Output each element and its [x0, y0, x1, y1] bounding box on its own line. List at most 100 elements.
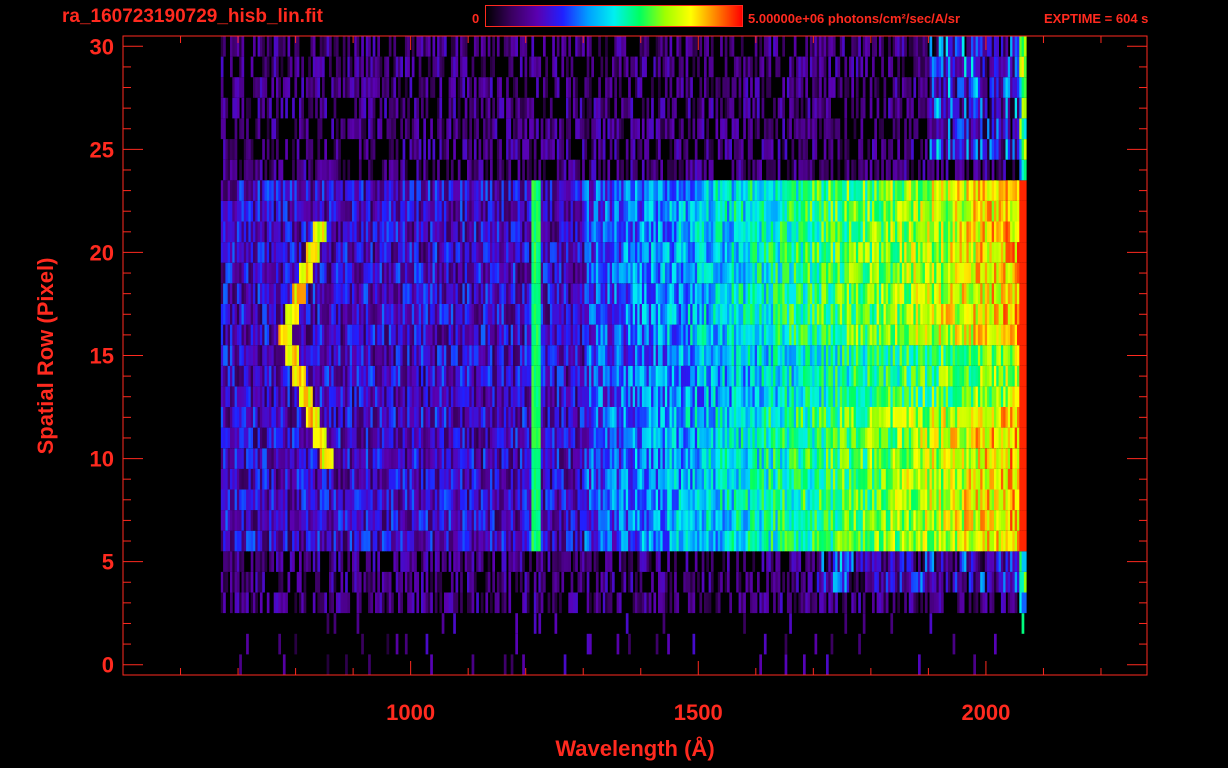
heatmap-cell — [851, 407, 854, 428]
heatmap-cell — [685, 448, 689, 469]
heatmap-cell — [584, 530, 588, 552]
heatmap-cell — [869, 427, 873, 449]
heatmap-cell — [384, 365, 387, 387]
heatmap-cell — [554, 324, 558, 346]
heatmap-cell — [959, 571, 963, 593]
heatmap-cell — [798, 345, 802, 366]
heatmap-cell — [473, 530, 477, 552]
heatmap-cell — [821, 448, 825, 469]
heatmap-cell — [931, 510, 935, 531]
heatmap-cell — [717, 468, 721, 490]
heatmap-cell — [340, 592, 344, 614]
heatmap-cell — [259, 386, 263, 407]
heatmap-cell — [637, 365, 640, 387]
heatmap-cell — [400, 324, 403, 346]
heatmap-cell — [692, 365, 696, 387]
heatmap-cell — [814, 592, 818, 614]
heatmap-cell — [388, 571, 392, 593]
heatmap-cell — [540, 510, 544, 531]
heatmap-cell — [720, 304, 723, 325]
heatmap-cell — [303, 530, 307, 552]
heatmap-cell — [402, 468, 406, 490]
heatmap-cell — [816, 468, 820, 490]
heatmap-cell — [658, 448, 661, 469]
heatmap-cell — [662, 386, 666, 407]
heatmap-cell — [710, 427, 714, 449]
heatmap-cell — [421, 324, 424, 346]
heatmap-cell — [964, 448, 967, 469]
heatmap-cell — [839, 468, 843, 490]
heatmap-cell — [773, 510, 776, 531]
heatmap-cell — [515, 386, 518, 407]
heatmap-cell — [1000, 365, 1004, 387]
heatmap-cell — [299, 592, 302, 614]
heatmap-cell — [340, 407, 344, 428]
heatmap-cell — [793, 468, 797, 490]
heatmap-cell — [713, 304, 716, 325]
heatmap-cell — [312, 448, 316, 469]
heatmap-cell — [994, 365, 997, 387]
heatmap-cell — [832, 407, 836, 428]
heatmap-cell — [644, 448, 647, 469]
heatmap-cell — [566, 386, 569, 407]
heatmap-cell — [386, 324, 390, 346]
heatmap-cell — [920, 407, 923, 428]
heatmap-cell — [717, 324, 721, 346]
heatmap-cell — [230, 345, 233, 366]
heatmap-cell — [660, 592, 663, 614]
heatmap-cell — [434, 324, 438, 346]
heatmap-cell — [526, 448, 530, 469]
heatmap-cell — [692, 510, 696, 531]
heatmap-cell — [685, 365, 689, 387]
heatmap-cell — [616, 489, 620, 511]
heatmap-cell — [448, 489, 452, 511]
heatmap-cell — [503, 427, 507, 449]
heatmap-cell — [927, 365, 930, 387]
heatmap-cell — [849, 448, 852, 469]
heatmap-cell — [915, 386, 919, 407]
heatmap-cell — [315, 407, 318, 428]
heatmap-cell — [826, 365, 829, 387]
heatmap-cell — [690, 304, 693, 325]
heatmap-cell — [653, 448, 657, 469]
heatmap-cell — [612, 386, 615, 407]
heatmap-cell — [793, 304, 797, 325]
heatmap-cell — [952, 345, 956, 366]
heatmap-cell — [432, 510, 436, 531]
heatmap-cell — [699, 510, 703, 531]
heatmap-cell — [469, 365, 472, 387]
heatmap-cell — [1007, 304, 1011, 325]
heatmap-cell — [460, 468, 463, 490]
heatmap-cell — [938, 468, 942, 490]
heatmap-cell — [253, 283, 256, 304]
heatmap-cell — [658, 304, 661, 325]
heatmap-cell — [646, 551, 650, 572]
heatmap-cell — [922, 407, 926, 428]
heatmap-cell — [289, 365, 293, 387]
heatmap-cell — [331, 407, 334, 428]
heatmap-cell — [305, 489, 309, 511]
heatmap-cell — [577, 407, 581, 428]
heatmap-cell — [612, 448, 615, 469]
heatmap-cell — [349, 489, 353, 511]
heatmap-cell — [869, 304, 873, 325]
heatmap-cell — [241, 489, 245, 511]
heatmap-cell — [648, 345, 652, 366]
heatmap-cell — [759, 448, 762, 469]
heatmap-cell — [961, 324, 965, 346]
heatmap-cell — [777, 427, 781, 449]
heatmap-cell — [957, 551, 960, 572]
heatmap-cell — [869, 365, 873, 387]
heatmap-cell — [1010, 304, 1013, 325]
heatmap-cell — [326, 407, 330, 428]
heatmap-cell — [255, 530, 258, 552]
heatmap-cell — [276, 407, 279, 428]
heatmap-cell — [948, 489, 951, 511]
heatmap-cell — [614, 510, 617, 531]
heatmap-cell — [750, 345, 753, 366]
heatmap-cell — [460, 427, 463, 449]
heatmap-cell — [653, 489, 657, 511]
heatmap-cell — [736, 530, 739, 552]
heatmap-cell — [377, 386, 380, 407]
heatmap-cell — [393, 324, 397, 346]
